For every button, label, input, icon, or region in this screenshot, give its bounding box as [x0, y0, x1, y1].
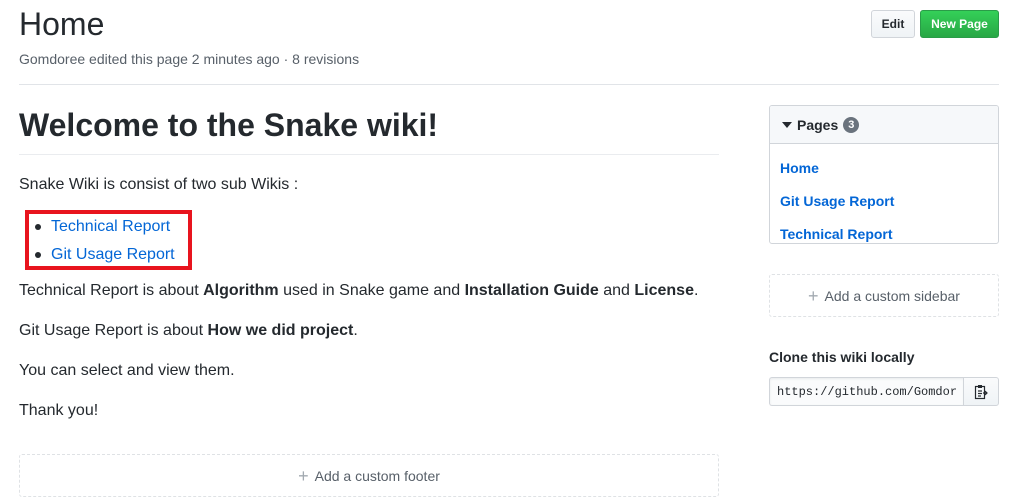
bold-text: License	[634, 282, 694, 299]
wiki-content: Welcome to the Snake wiki! Snake Wiki is…	[19, 100, 719, 419]
sidebar-page-home[interactable]: Home	[780, 159, 819, 177]
text-span: .	[693, 282, 699, 299]
thank-you-text: Thank you!	[19, 402, 99, 419]
technical-report-link[interactable]: Technical Report	[51, 218, 170, 235]
copy-clone-url-button[interactable]	[963, 377, 999, 406]
add-custom-sidebar-label: Add a custom sidebar	[824, 287, 960, 304]
text-span: Git Usage Report is about	[19, 322, 208, 339]
bold-text: Installation Guide	[464, 282, 599, 299]
clipboard-icon	[974, 384, 988, 399]
caret-down-icon	[782, 121, 792, 128]
text-span: Technical Report is about	[19, 282, 204, 299]
text-span: .	[353, 322, 358, 339]
pages-count-badge: 3	[843, 116, 860, 133]
bold-text: Algorithm	[203, 282, 279, 299]
add-custom-footer-button[interactable]: + Add a custom footer	[19, 454, 719, 497]
plus-icon: +	[298, 465, 309, 486]
sub-wiki-links-highlight: Technical Report Git Usage Report	[25, 210, 192, 270]
bullet-icon	[35, 224, 41, 230]
pages-label: Pages	[797, 116, 839, 133]
bullet-icon	[35, 252, 41, 258]
select-view-text: You can select and view them.	[19, 362, 235, 379]
git-usage-report-link[interactable]: Git Usage Report	[51, 246, 175, 263]
clone-url-input[interactable]	[769, 377, 964, 406]
page-meta: Gomdoree edited this page 2 minutes ago …	[19, 51, 360, 67]
add-custom-footer-label: Add a custom footer	[314, 467, 440, 484]
text-span: used in Snake game and	[278, 282, 465, 299]
technical-report-description: Technical Report is about Algorithm used…	[19, 281, 698, 301]
intro-text: Snake Wiki is consist of two sub Wikis :	[19, 176, 299, 193]
new-page-button[interactable]: New Page	[920, 10, 999, 38]
wiki-heading: Welcome to the Snake wiki!	[19, 100, 719, 155]
bold-text: How we did project	[207, 322, 354, 339]
git-usage-description: Git Usage Report is about How we did pro…	[19, 321, 358, 341]
pages-toggle[interactable]: Pages 3	[770, 106, 998, 144]
header-divider	[19, 84, 999, 85]
list-item: Technical Report	[35, 217, 170, 237]
pages-panel: Pages 3 Home Git Usage Report Technical …	[769, 105, 999, 244]
plus-icon: +	[808, 285, 819, 306]
add-custom-sidebar-button[interactable]: + Add a custom sidebar	[769, 274, 999, 317]
clone-url-group	[769, 377, 999, 406]
clone-title: Clone this wiki locally	[769, 349, 915, 365]
sidebar-page-technical-report[interactable]: Technical Report	[780, 225, 893, 243]
text-span: and	[598, 282, 635, 299]
list-item: Git Usage Report	[35, 245, 175, 265]
edit-button[interactable]: Edit	[871, 10, 915, 38]
sidebar-page-git-usage-report[interactable]: Git Usage Report	[780, 192, 894, 210]
page-title: Home	[19, 6, 105, 42]
